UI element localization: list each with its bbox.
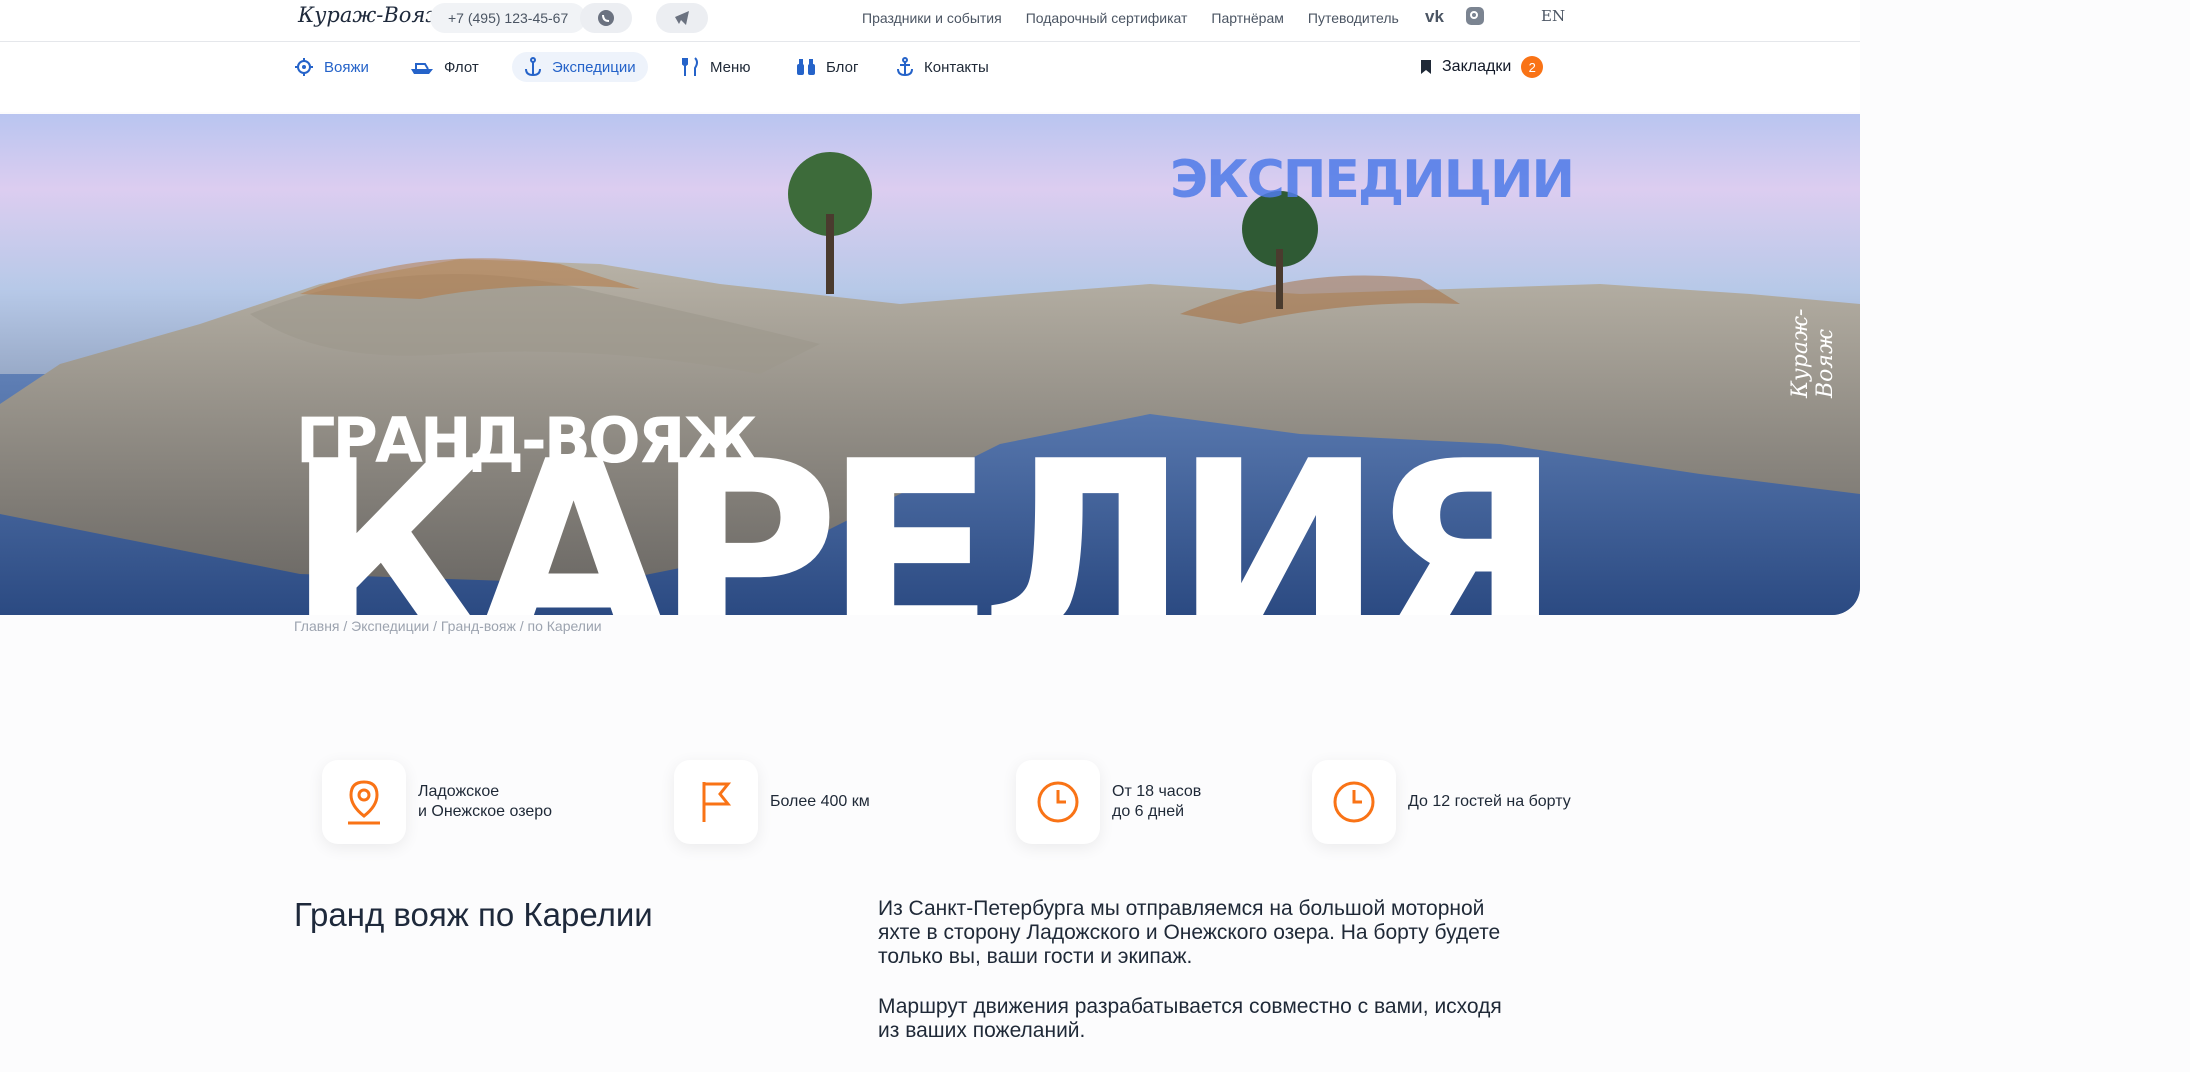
binoculars-icon xyxy=(797,59,815,75)
feature-distance: Более 400 км xyxy=(674,760,870,844)
feature-icon-box xyxy=(1312,760,1396,844)
hero-kicker: ЭКСПЕДИЦИИ xyxy=(1170,150,1575,210)
hero-signature: Кураж-Вояж xyxy=(1788,308,1838,398)
feature-text: От 18 часов до 6 дней xyxy=(1112,782,1201,822)
nav-item-expeditions[interactable]: Экспедиции xyxy=(512,52,648,82)
telegram-button[interactable] xyxy=(656,3,708,33)
main-nav: Вояжи Флот Экспедиции Меню Блог Контакты… xyxy=(0,42,1860,112)
feature-line: От 18 часов xyxy=(1112,783,1202,800)
feature-duration: От 18 часов до 6 дней xyxy=(1016,760,1201,844)
bookmarks-label: Закладки xyxy=(1442,58,1512,75)
feature-line: и Онежское озеро xyxy=(418,803,553,820)
top-links: Праздники и события Подарочный сертифика… xyxy=(862,0,1399,36)
bookmarks-button[interactable]: Закладки 2 xyxy=(1420,52,1544,82)
anchor-icon xyxy=(525,57,541,77)
boat-icon xyxy=(411,63,433,74)
fork-knife-icon xyxy=(682,57,698,76)
nav-item-label: Контакты xyxy=(924,58,989,76)
bookmark-icon xyxy=(1421,60,1431,74)
top-link-events[interactable]: Праздники и события xyxy=(862,10,1002,26)
feature-icon-box xyxy=(674,760,758,844)
top-bar: Кураж-Вояж +7 (495) 123-45-67 Праздники … xyxy=(0,0,1860,42)
nav-item-contacts[interactable]: Контакты xyxy=(884,52,1001,82)
feature-line: До 12 гостей на борту xyxy=(1408,793,1571,810)
telegram-icon xyxy=(675,11,689,25)
feature-text: До 12 гостей на борту xyxy=(1408,792,1571,812)
feature-guests: До 12 гостей на борту xyxy=(1312,760,1571,844)
feature-icon-box xyxy=(1016,760,1100,844)
anchor-icon xyxy=(897,57,913,77)
feature-line: Более 400 км xyxy=(770,793,870,810)
map-pin-icon xyxy=(348,780,380,825)
phone-link[interactable]: +7 (495) 123-45-67 xyxy=(430,3,587,33)
top-link-partners[interactable]: Партнёрам xyxy=(1211,10,1283,26)
bookmarks-count-badge: 2 xyxy=(1521,56,1544,78)
vk-icon[interactable]: vk xyxy=(1425,7,1444,27)
feature-text: Более 400 км xyxy=(770,792,870,812)
hero-banner: ЭКСПЕДИЦИИ ГРАНД-ВОЯЖ КАРЕЛИЯ Кураж-Вояж xyxy=(0,114,1860,615)
clock-icon xyxy=(1333,781,1375,823)
section-paragraph-2: Маршрут движения разрабатывается совмест… xyxy=(878,995,1502,1042)
nav-item-label: Флот xyxy=(444,58,479,76)
feature-lakes: Ладожское и Онежское озеро xyxy=(322,760,552,844)
instagram-icon[interactable] xyxy=(1466,7,1484,25)
feature-icon-box xyxy=(322,760,406,844)
feature-line: Ладожское xyxy=(418,783,500,800)
section-paragraph-1: Из Санкт-Петербурга мы отправляемся на б… xyxy=(878,897,1501,968)
feature-line: до 6 дней xyxy=(1112,803,1185,820)
nav-item-blog[interactable]: Блог xyxy=(784,52,870,82)
nav-item-menu[interactable]: Меню xyxy=(670,52,763,82)
language-switch[interactable]: EN xyxy=(1541,7,1565,25)
hero-title: КАРЕЛИЯ xyxy=(286,408,1562,616)
nav-item-fleet[interactable]: Флот xyxy=(398,52,491,82)
nav-item-label: Блог xyxy=(826,58,859,76)
clock-icon xyxy=(1037,781,1079,823)
breadcrumb[interactable]: Главня / Экспедиции / Гранд-вояж / по Ка… xyxy=(294,618,602,634)
top-link-guide[interactable]: Путеводитель xyxy=(1308,10,1399,26)
nav-item-voyages[interactable]: Вояжи xyxy=(282,52,381,82)
whatsapp-button[interactable] xyxy=(580,3,632,33)
site-logo[interactable]: Кураж-Вояж xyxy=(298,0,449,30)
flag-icon xyxy=(702,782,732,822)
nav-item-label: Меню xyxy=(710,58,751,76)
nav-item-label: Вояжи xyxy=(324,58,369,76)
feature-text: Ладожское и Онежское озеро xyxy=(418,782,552,822)
top-link-certificate[interactable]: Подарочный сертификат xyxy=(1026,10,1188,26)
section-title: Гранд вояж по Карелии xyxy=(294,896,653,933)
nav-item-label: Экспедиции xyxy=(552,58,636,76)
ship-wheel-icon xyxy=(295,58,313,76)
whatsapp-icon xyxy=(598,10,614,26)
